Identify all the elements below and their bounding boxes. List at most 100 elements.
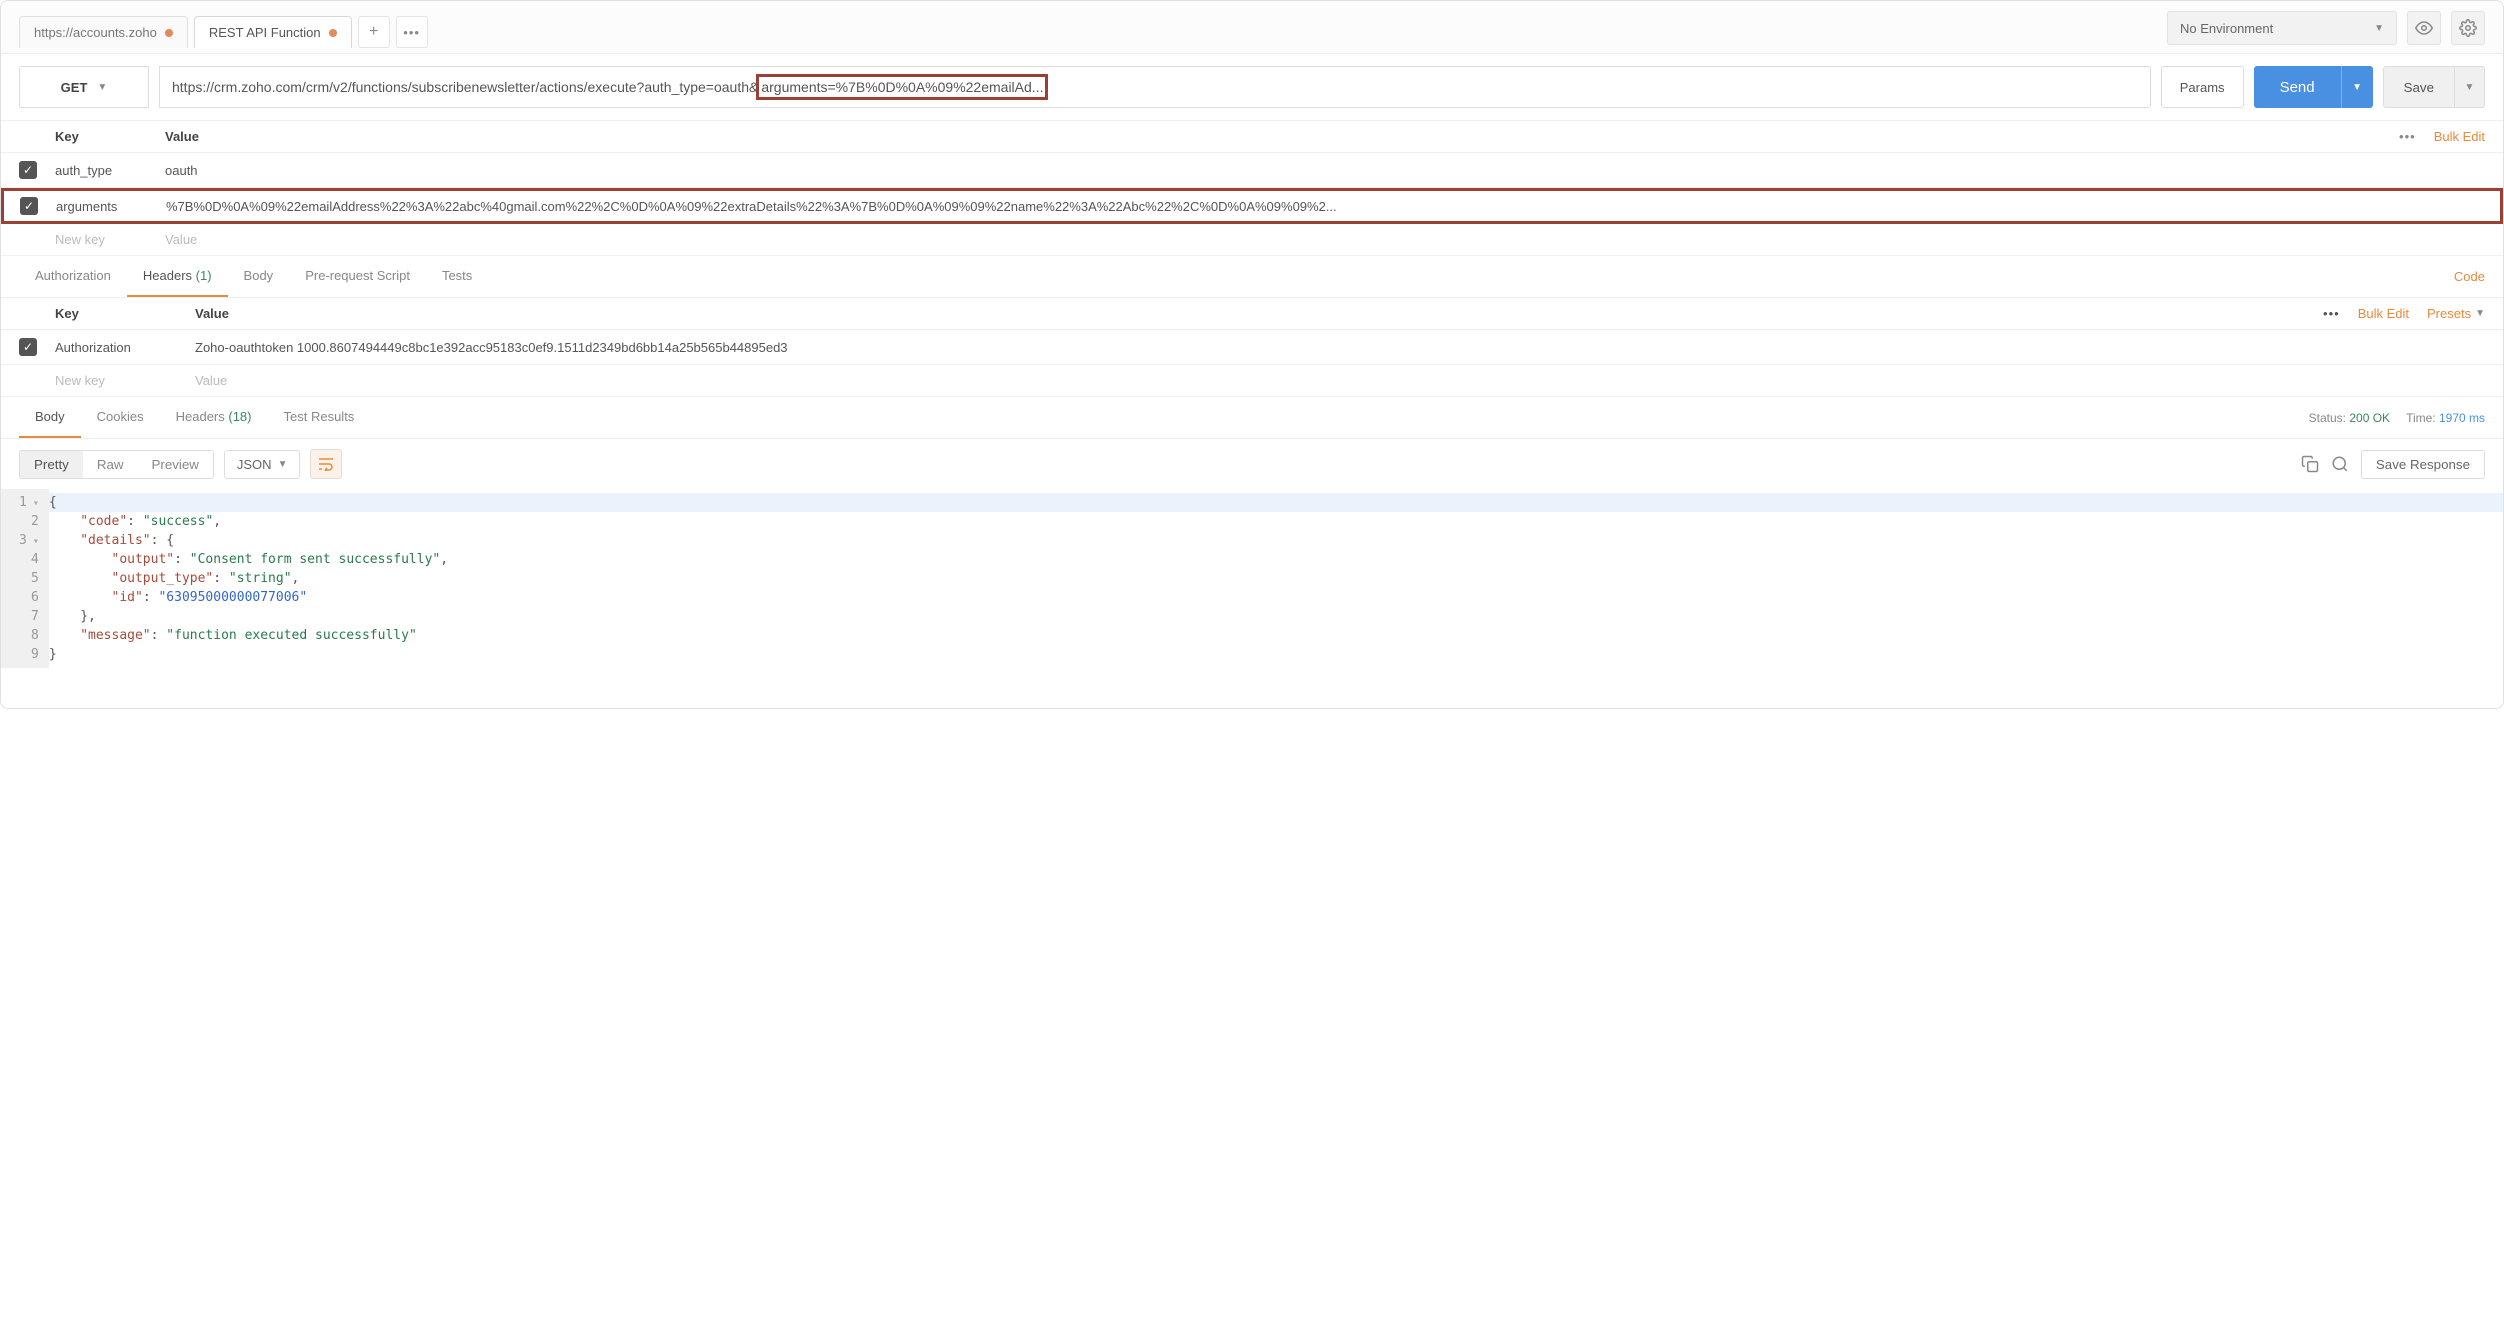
response-toolbar: Pretty Raw Preview JSON ▼ Save Response: [1, 439, 2503, 489]
resp-tab-test-results[interactable]: Test Results: [268, 397, 371, 438]
params-header: Key Value ••• Bulk Edit: [1, 121, 2503, 153]
environment-label: No Environment: [2180, 21, 2273, 36]
resp-tab-headers[interactable]: Headers (18): [160, 397, 268, 438]
resp-tab-headers-count: (18): [228, 409, 251, 424]
dirty-dot-icon: [165, 29, 173, 37]
view-group: Pretty Raw Preview: [19, 450, 214, 479]
topbar: https://accounts.zoho REST API Function …: [1, 1, 2503, 54]
tab-headers[interactable]: Headers (1): [127, 256, 228, 297]
param-key-placeholder[interactable]: New key: [55, 232, 165, 247]
resp-tab-body[interactable]: Body: [19, 397, 81, 438]
tab-rest-api[interactable]: REST API Function: [194, 16, 352, 48]
param-key[interactable]: auth_type: [55, 163, 165, 178]
save-response-button[interactable]: Save Response: [2361, 450, 2485, 479]
bulk-edit-link[interactable]: Bulk Edit: [2358, 306, 2409, 321]
chevron-down-icon: ▼: [97, 82, 107, 93]
view-raw-button[interactable]: Raw: [83, 451, 138, 478]
environment-select[interactable]: No Environment ▼: [2167, 11, 2397, 45]
url-prefix: https://crm.zoho.com/crm/v2/functions/su…: [172, 79, 758, 95]
headers-more-button[interactable]: •••: [2323, 306, 2340, 321]
format-label: JSON: [237, 457, 272, 472]
resp-tab-cookies[interactable]: Cookies: [81, 397, 160, 438]
settings-button[interactable]: [2451, 11, 2485, 45]
response-actions: Save Response: [2301, 450, 2485, 479]
line-gutter: 1 2 3 4 5 6 7 8 9: [1, 489, 49, 668]
param-key[interactable]: arguments: [56, 199, 166, 214]
header-row-new: New key Value: [1, 365, 2503, 397]
tab-authorization[interactable]: Authorization: [19, 256, 127, 297]
view-preview-button[interactable]: Preview: [137, 451, 212, 478]
time-value: 1970 ms: [2439, 411, 2485, 425]
wrap-lines-button[interactable]: [310, 449, 342, 479]
status-label: Status:: [2309, 411, 2346, 425]
format-select[interactable]: JSON ▼: [224, 450, 301, 479]
params-key-header: Key: [55, 129, 165, 144]
save-group: Save ▼: [2383, 66, 2485, 108]
dirty-dot-icon: [329, 29, 337, 37]
header-checkbox[interactable]: ✓: [19, 338, 37, 356]
url-wrap: https://crm.zoho.com/crm/v2/functions/su…: [159, 66, 2151, 108]
tab-headers-label: Headers: [143, 268, 192, 283]
view-pretty-button[interactable]: Pretty: [20, 451, 83, 478]
params-label: Params: [2180, 80, 2225, 95]
params-value-header: Value: [165, 129, 2399, 144]
tab-body[interactable]: Body: [228, 256, 290, 297]
send-button[interactable]: Send: [2254, 66, 2341, 108]
chevron-down-icon: ▼: [2352, 82, 2362, 93]
response-body: 1 2 3 4 5 6 7 8 9 { "code": "success", "…: [1, 489, 2503, 708]
bulk-edit-link[interactable]: Bulk Edit: [2434, 129, 2485, 144]
header-row-authorization: ✓ Authorization Zoho-oauthtoken 1000.860…: [1, 330, 2503, 365]
param-value-placeholder[interactable]: Value: [165, 232, 2485, 247]
save-button[interactable]: Save: [2383, 66, 2455, 108]
header-key-placeholder[interactable]: New key: [55, 373, 195, 388]
tab-more-button[interactable]: •••: [396, 16, 428, 48]
header-value-placeholder[interactable]: Value: [195, 373, 2485, 388]
param-value[interactable]: %7B%0D%0A%09%22emailAddress%22%3A%22abc%…: [166, 199, 2484, 214]
top-controls: No Environment ▼: [2167, 11, 2485, 53]
send-dropdown[interactable]: ▼: [2341, 66, 2373, 108]
header-key[interactable]: Authorization: [55, 340, 195, 355]
code-link[interactable]: Code: [2454, 257, 2485, 296]
tab-label: https://accounts.zoho: [34, 25, 157, 40]
caret-down-icon: ▼: [2475, 308, 2485, 319]
tab-label: REST API Function: [209, 25, 321, 40]
tab-headers-count: (1): [196, 268, 212, 283]
time-label: Time:: [2406, 411, 2436, 425]
param-row-new: New key Value: [1, 224, 2503, 256]
save-dropdown[interactable]: ▼: [2455, 66, 2485, 108]
tab-accounts[interactable]: https://accounts.zoho: [19, 16, 188, 48]
code-lines[interactable]: { "code": "success", "details": { "outpu…: [49, 489, 2503, 668]
gear-icon: [2459, 19, 2477, 37]
param-value[interactable]: oauth: [165, 163, 2485, 178]
method-label: GET: [61, 80, 88, 95]
request-row: GET ▼ https://crm.zoho.com/crm/v2/functi…: [1, 54, 2503, 121]
tab-prerequest[interactable]: Pre-request Script: [289, 256, 426, 297]
tab-tests[interactable]: Tests: [426, 256, 488, 297]
chevron-down-icon: ▼: [2465, 82, 2475, 93]
tabs-row: https://accounts.zoho REST API Function …: [19, 16, 428, 48]
url-highlighted-segment: arguments=%7B%0D%0A%09%22emailAd...: [756, 74, 1048, 100]
eye-icon: [2415, 19, 2433, 37]
response-tabs: Body Cookies Headers (18) Test Results S…: [1, 397, 2503, 439]
ellipsis-icon: •••: [403, 25, 420, 40]
request-tabs: Authorization Headers (1) Body Pre-reque…: [1, 256, 2503, 298]
presets-dropdown[interactable]: Presets ▼: [2427, 306, 2485, 321]
status-value: 200 OK: [2349, 411, 2390, 425]
wrap-icon: [318, 457, 334, 471]
environment-quicklook-button[interactable]: [2407, 11, 2441, 45]
url-input[interactable]: https://crm.zoho.com/crm/v2/functions/su…: [160, 67, 2150, 107]
copy-icon[interactable]: [2301, 455, 2319, 473]
header-value[interactable]: Zoho-oauthtoken 1000.8607494449c8bc1e392…: [195, 340, 2485, 355]
params-button[interactable]: Params: [2161, 66, 2244, 108]
resp-tab-headers-label: Headers: [176, 409, 225, 424]
chevron-down-icon: ▼: [278, 459, 288, 470]
headers-header: Key Value ••• Bulk Edit Presets ▼: [1, 298, 2503, 330]
param-row-auth-type: ✓ auth_type oauth: [1, 153, 2503, 188]
search-icon[interactable]: [2331, 455, 2349, 473]
add-tab-button[interactable]: +: [358, 16, 390, 48]
param-checkbox[interactable]: ✓: [20, 197, 38, 215]
param-checkbox[interactable]: ✓: [19, 161, 37, 179]
chevron-down-icon: ▼: [2374, 23, 2384, 34]
params-more-button[interactable]: •••: [2399, 129, 2416, 144]
method-select[interactable]: GET ▼: [19, 66, 149, 108]
